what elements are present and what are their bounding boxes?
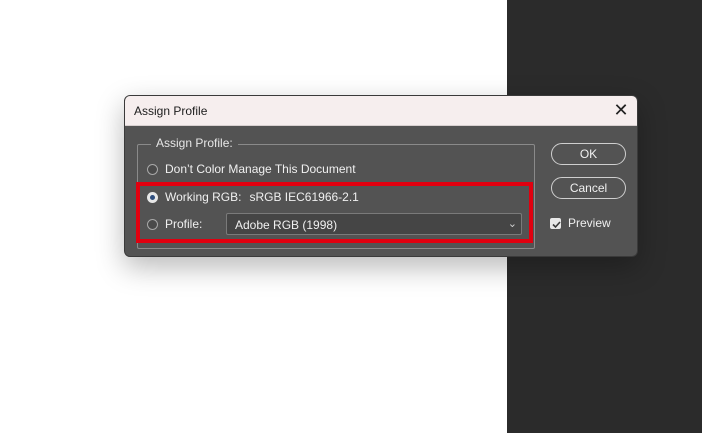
option-dont-color-manage[interactable]: Don’t Color Manage This Document	[147, 160, 356, 178]
option-profile[interactable]: Profile:	[147, 215, 202, 233]
profile-select[interactable]: Adobe RGB (1998) ⌄	[226, 213, 522, 235]
option-label: Working RGB:	[165, 190, 242, 204]
group-label: Assign Profile:	[151, 136, 238, 150]
ok-button[interactable]: OK	[551, 143, 626, 165]
radio-working-rgb[interactable]	[147, 191, 158, 203]
option-label: Profile:	[165, 217, 203, 231]
option-working-rgb[interactable]: Working RGB: sRGB IEC61966-2.1	[147, 188, 359, 206]
assign-profile-dialog: Assign Profile ✕ Assign Profile: Don’t C…	[124, 95, 638, 257]
radio-profile[interactable]	[147, 218, 158, 230]
profile-select-value: Adobe RGB (1998)	[235, 218, 338, 232]
radio-dont-color-manage[interactable]	[147, 163, 158, 175]
dialog-titlebar[interactable]: Assign Profile ✕	[125, 96, 637, 126]
dialog-title: Assign Profile	[134, 104, 208, 118]
checkmark-icon	[552, 220, 561, 228]
working-rgb-value: sRGB IEC61966-2.1	[249, 190, 359, 204]
preview-checkbox[interactable]	[550, 217, 561, 229]
option-label: Don’t Color Manage This Document	[165, 162, 356, 176]
chevron-down-icon: ⌄	[507, 218, 517, 230]
preview-checkbox-row[interactable]: Preview	[550, 216, 611, 230]
cancel-button[interactable]: Cancel	[551, 177, 626, 199]
close-icon[interactable]: ✕	[611, 100, 631, 120]
preview-label: Preview	[568, 216, 611, 230]
